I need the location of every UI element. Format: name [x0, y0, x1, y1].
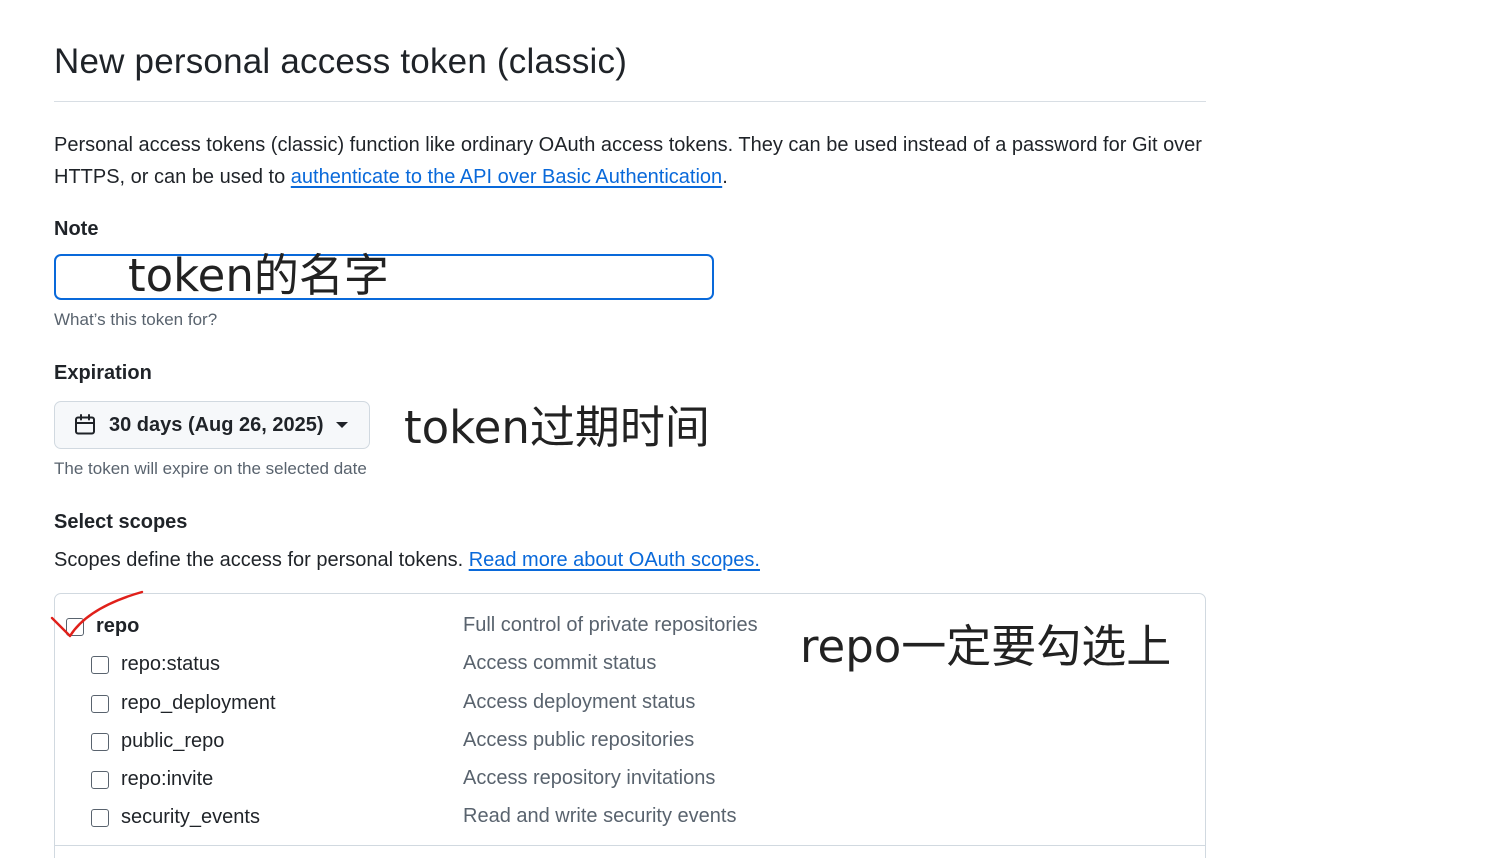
scope-row-security-events: security_events [91, 806, 260, 829]
scope-description: Full control of private repositories [463, 614, 758, 636]
scopes-divider [55, 845, 1205, 846]
scope-name: repo:invite [121, 768, 214, 790]
scope-name: repo:status [121, 653, 220, 675]
scope-checkbox-repo-invite[interactable] [91, 770, 109, 789]
scope-description: Access commit status [463, 652, 657, 674]
scope-description: Access repository invitations [463, 767, 716, 789]
note-annotation: token的名字 [128, 249, 389, 302]
calendar-icon [75, 414, 95, 435]
intro-paragraph: Personal access tokens (classic) functio… [54, 129, 1204, 193]
scope-checkbox-repo-status[interactable] [91, 655, 109, 674]
chevron-down-icon [335, 422, 348, 428]
scope-row-repo-invite: repo:invite [91, 768, 213, 791]
expiration-selected-value: 30 days (Aug 26, 2025) [109, 413, 324, 436]
scope-description: Access deployment status [463, 691, 696, 713]
expiration-label: Expiration [54, 362, 152, 384]
scopes-description: Scopes define the access for personal to… [54, 549, 760, 572]
scope-row-repo-deployment: repo_deployment [91, 692, 276, 715]
scope-name: repo_deployment [121, 692, 276, 714]
scope-description: Access public repositories [463, 729, 695, 751]
scope-checkbox-security-events[interactable] [91, 808, 109, 827]
checkmark-annotation-icon [50, 590, 144, 638]
scope-name: security_events [121, 806, 260, 828]
intro-end: . [722, 166, 728, 188]
page-title: New personal access token (classic) [54, 42, 628, 81]
scope-row-public-repo: public_repo [91, 730, 224, 753]
note-label: Note [54, 218, 99, 240]
scope-row-repo-status: repo:status [91, 653, 220, 676]
scope-description: Read and write security events [463, 805, 737, 827]
token-form-page: New personal access token (classic) Pers… [0, 0, 1501, 858]
expiration-select-button[interactable]: 30 days (Aug 26, 2025) [54, 401, 370, 449]
scope-checkbox-public-repo[interactable] [91, 732, 109, 751]
scopes-description-text: Scopes define the access for personal to… [54, 549, 469, 571]
scopes-label: Select scopes [54, 511, 188, 533]
basic-auth-link[interactable]: authenticate to the API over Basic Authe… [291, 166, 722, 188]
oauth-scopes-link[interactable]: Read more about OAuth scopes. [469, 549, 760, 571]
expiration-hint: The token will expire on the selected da… [54, 459, 367, 478]
expiration-annotation: token过期时间 [404, 401, 710, 454]
title-divider [54, 101, 1206, 102]
repo-annotation: repo一定要勾选上 [800, 620, 1172, 673]
note-hint: What’s this token for? [54, 310, 218, 329]
scope-name: public_repo [121, 730, 225, 752]
scope-checkbox-repo-deployment[interactable] [91, 694, 109, 713]
